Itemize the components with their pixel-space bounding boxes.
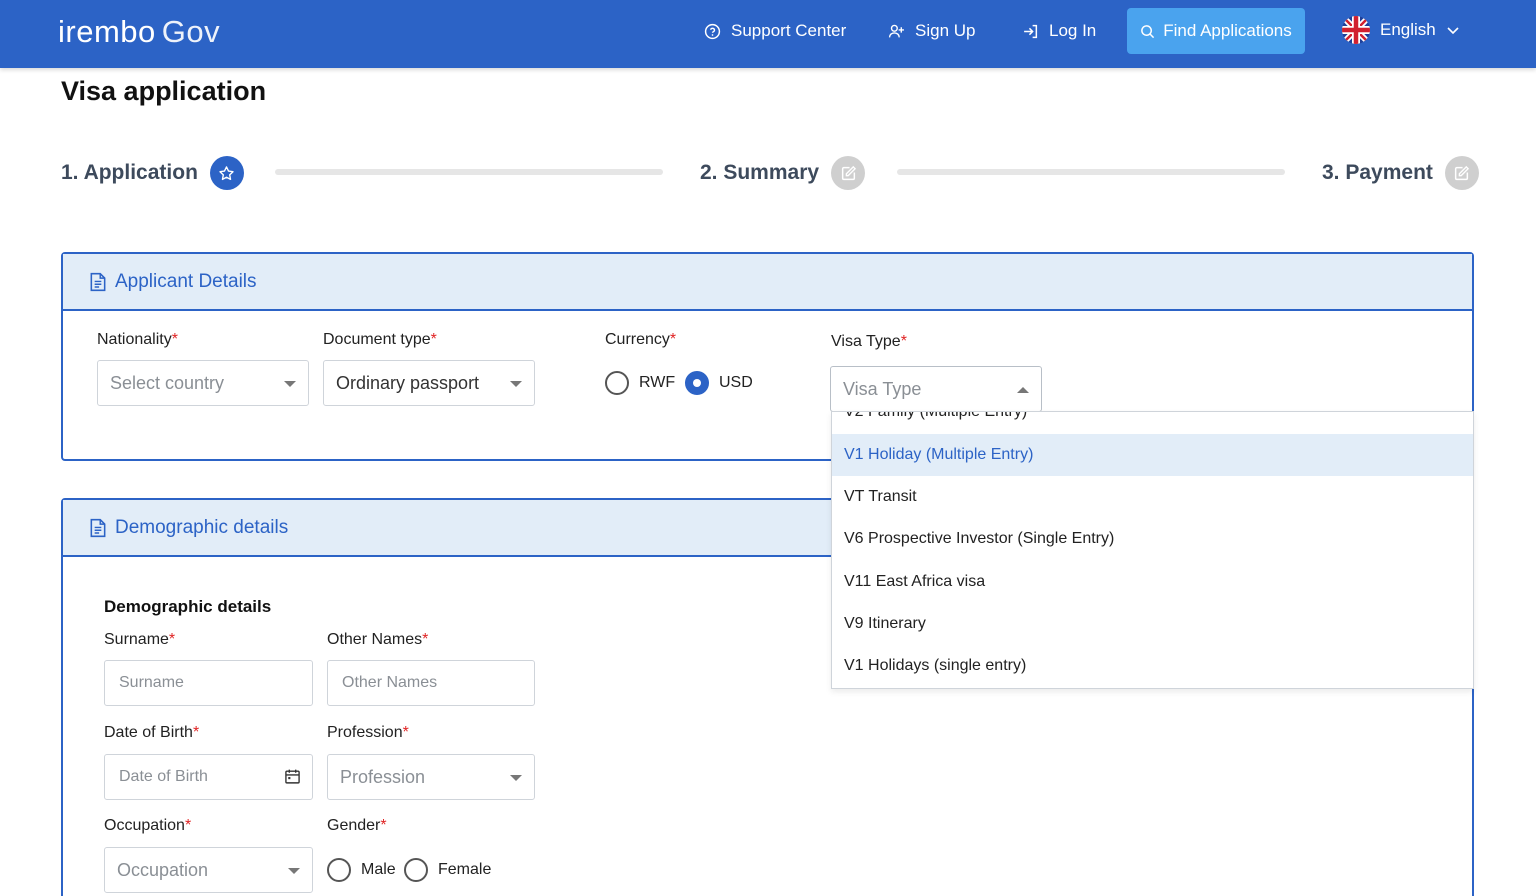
- occupation-select[interactable]: Occupation: [104, 847, 313, 893]
- demographic-details-title: Demographic details: [115, 516, 289, 538]
- gender-label: Gender*: [327, 817, 387, 834]
- sign-up-link[interactable]: Sign Up: [888, 19, 975, 43]
- irembo-logo[interactable]: irembo Gov: [58, 14, 220, 50]
- profession-label: Profession*: [327, 724, 409, 741]
- logo-brand-text: irembo: [58, 14, 156, 49]
- user-plus-icon: [888, 24, 904, 37]
- find-applications-label: Find Applications: [1163, 21, 1292, 40]
- radio-unchecked-icon: [404, 858, 428, 882]
- surname-label: Surname*: [104, 631, 176, 648]
- visa-type-placeholder: Visa Type: [843, 378, 922, 399]
- support-center-label: Support Center: [731, 21, 847, 40]
- visa-type-select[interactable]: Visa Type: [830, 366, 1042, 412]
- step-summary: 2. Summary: [700, 156, 866, 190]
- logo-suffix-text: Gov: [161, 14, 221, 49]
- step-application-label: 1. Application: [61, 161, 198, 184]
- visa-option[interactable]: V2 Family (Multiple Entry): [832, 412, 1473, 433]
- currency-rwf-radio[interactable]: RWF: [605, 371, 675, 395]
- caret-down-icon: [288, 868, 300, 874]
- surname-input[interactable]: Surname: [104, 660, 313, 706]
- visa-type-dropdown-list[interactable]: V2 Family (Multiple Entry) V1 Holiday (M…: [831, 411, 1474, 689]
- radio-unchecked-icon: [327, 858, 351, 882]
- radio-checked-icon: [685, 371, 709, 395]
- log-in-label: Log In: [1049, 21, 1097, 40]
- log-in-link[interactable]: Log In: [1022, 19, 1096, 43]
- occupation-placeholder: Occupation: [117, 859, 209, 880]
- edit-icon: [831, 156, 866, 190]
- language-selector[interactable]: English: [1342, 16, 1460, 44]
- other-names-input[interactable]: Other Names: [327, 660, 535, 706]
- other-names-label: Other Names*: [327, 631, 429, 648]
- visa-option[interactable]: VT Transit: [832, 476, 1473, 518]
- applicant-details-title: Applicant Details: [115, 270, 257, 292]
- sign-up-label: Sign Up: [915, 21, 976, 40]
- question-circle-icon: [704, 23, 721, 39]
- visa-option[interactable]: V1 Holidays (single entry): [832, 645, 1473, 687]
- page-title: Visa application: [61, 76, 267, 106]
- nationality-select[interactable]: Select country: [97, 360, 309, 406]
- calendar-icon[interactable]: [284, 768, 301, 785]
- date-of-birth-placeholder: Date of Birth: [119, 768, 208, 785]
- other-names-placeholder: Other Names: [342, 674, 438, 691]
- profession-placeholder: Profession: [340, 766, 426, 787]
- visa-type-label: Visa Type*: [831, 333, 907, 350]
- document-icon: [90, 518, 106, 537]
- step-application: 1. Application: [61, 156, 244, 190]
- language-label: English: [1380, 20, 1436, 39]
- demographic-subheading: Demographic details: [104, 597, 272, 616]
- occupation-label: Occupation*: [104, 817, 192, 834]
- document-type-label: Document type*: [323, 331, 437, 348]
- star-icon: [209, 156, 244, 190]
- edit-icon: [1444, 156, 1479, 190]
- currency-usd-radio[interactable]: USD: [685, 371, 753, 395]
- caret-down-icon: [510, 381, 522, 387]
- login-arrow-icon: [1024, 24, 1038, 38]
- currency-label: Currency*: [605, 331, 677, 348]
- gender-female-label: Female: [438, 861, 492, 878]
- radio-unchecked-icon: [605, 371, 629, 395]
- nationality-placeholder: Select country: [110, 372, 225, 393]
- step-summary-label: 2. Summary: [700, 161, 820, 184]
- support-center-link[interactable]: Support Center: [704, 19, 846, 43]
- profession-select[interactable]: Profession: [327, 754, 535, 800]
- caret-up-icon: [1017, 387, 1029, 393]
- caret-down-icon: [510, 775, 522, 781]
- applicant-details-header: Applicant Details: [63, 254, 1472, 311]
- step-payment-label: 3. Payment: [1322, 161, 1433, 184]
- search-icon: [1141, 24, 1155, 38]
- visa-option[interactable]: V6 Prospective Investor (Single Entry): [832, 518, 1473, 560]
- visa-option[interactable]: V9 Itinerary: [832, 603, 1473, 645]
- document-type-value: Ordinary passport: [336, 372, 480, 393]
- date-of-birth-label: Date of Birth*: [104, 724, 200, 741]
- step-payment: 3. Payment: [1322, 156, 1479, 190]
- top-navbar: irembo Gov Support Center Sign Up Log In …: [0, 0, 1536, 68]
- caret-down-icon: [284, 381, 296, 387]
- document-type-select[interactable]: Ordinary passport: [323, 360, 535, 406]
- find-applications-button[interactable]: Find Applications: [1127, 8, 1305, 54]
- currency-rwf-label: RWF: [639, 374, 676, 391]
- gender-female-radio[interactable]: Female: [404, 858, 491, 882]
- visa-option-highlighted[interactable]: V1 Holiday (Multiple Entry): [832, 434, 1473, 476]
- visa-option[interactable]: V11 East Africa visa: [832, 561, 1473, 603]
- document-icon: [90, 272, 106, 291]
- step-connector-1: [275, 169, 663, 175]
- step-connector-2: [897, 169, 1285, 175]
- currency-usd-label: USD: [719, 374, 753, 391]
- date-of-birth-input[interactable]: Date of Birth: [104, 754, 313, 800]
- gender-male-radio[interactable]: Male: [327, 858, 396, 882]
- uk-flag-icon: [1342, 16, 1370, 44]
- gender-male-label: Male: [361, 861, 396, 878]
- chevron-down-icon: [1447, 27, 1459, 35]
- surname-placeholder: Surname: [119, 674, 184, 691]
- nationality-label: Nationality*: [97, 331, 178, 348]
